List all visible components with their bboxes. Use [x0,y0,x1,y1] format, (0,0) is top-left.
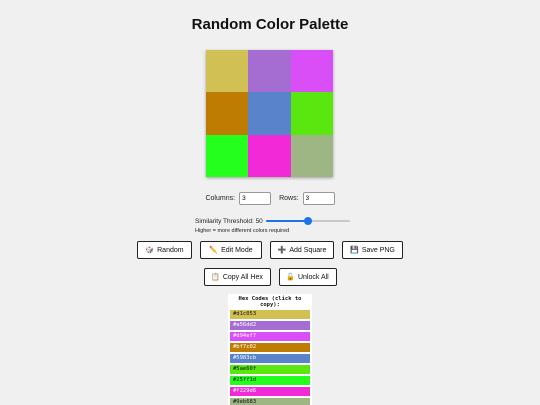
palette-swatch[interactable] [290,92,333,135]
palette-swatch[interactable] [290,134,333,177]
primary-button-row: 🎲 Random ✏️ Edit Mode ➕ Add Square 💾 Sav… [0,241,540,259]
hex-code-item[interactable]: #9eb683 [230,398,310,405]
palette-swatch[interactable] [248,92,291,135]
dimension-controls: Columns: Rows: [0,192,540,205]
hex-code-item[interactable]: #f229d6 [230,387,310,396]
random-button[interactable]: 🎲 Random [137,241,192,259]
edit-mode-button[interactable]: ✏️ Edit Mode [200,241,262,259]
rows-input[interactable] [302,192,335,205]
columns-input[interactable] [239,192,272,205]
palette-swatch[interactable] [206,50,249,93]
slider-fill [265,220,308,222]
hex-codes-title: Hex Codes (click to copy): [238,296,302,308]
plus-icon: ➕ [277,247,287,254]
hex-code-item[interactable]: #d94ef7 [230,332,310,341]
page: Random Color Palette Columns: Rows: Simi… [0,0,540,405]
palette-swatch[interactable] [248,50,291,93]
add-square-button-label: Add Square [289,246,327,254]
threshold-hint: Higher = more different colors required [195,228,290,234]
copy-all-hex-button-label: Copy All Hex [222,273,263,281]
save-png-button-label: Save PNG [361,246,395,254]
hex-code-item[interactable]: #5ae60f [230,365,310,374]
unlock-all-button[interactable]: 🔓 Unlock All [278,268,337,286]
unlock-icon: 🔓 [286,274,295,281]
palette-swatch[interactable] [290,50,333,93]
threshold-control: Similarity Threshold: 50 [195,216,350,226]
pencil-icon: ✏️ [209,247,219,254]
hex-code-item[interactable]: #a56dd2 [230,321,310,330]
hex-code-item[interactable]: #25ff1d [230,376,310,385]
hex-code-item[interactable]: #bf7c02 [230,343,310,352]
copy-all-hex-button[interactable]: 📋 Copy All Hex [203,268,271,286]
threshold-label: Similarity Threshold: 50 [195,217,263,225]
edit-mode-button-label: Edit Mode [221,246,253,254]
dice-icon: 🎲 [145,247,155,254]
palette-swatch[interactable] [206,134,249,177]
unlock-all-button-label: Unlock All [297,273,329,281]
palette-grid [206,50,333,177]
palette-swatch[interactable] [206,92,249,135]
hex-code-item[interactable]: #5983cb [230,354,310,363]
columns-label: Columns: [205,195,236,202]
palette-swatch[interactable] [248,134,291,177]
clipboard-icon: 📋 [211,274,220,281]
add-square-button[interactable]: ➕ Add Square [270,241,334,259]
page-title: Random Color Palette [191,16,349,33]
threshold-slider[interactable] [265,216,350,226]
hex-codes-panel: Hex Codes (click to copy): #d1c053 #a56d… [228,294,312,405]
slider-thumb[interactable] [303,217,312,225]
secondary-button-row: 📋 Copy All Hex 🔓 Unlock All [0,268,540,286]
hex-code-item[interactable]: #d1c053 [230,310,310,319]
rows-label: Rows: [279,195,299,202]
floppy-disk-icon: 💾 [350,247,359,254]
random-button-label: Random [157,246,184,254]
save-png-button[interactable]: 💾 Save PNG [342,241,403,259]
